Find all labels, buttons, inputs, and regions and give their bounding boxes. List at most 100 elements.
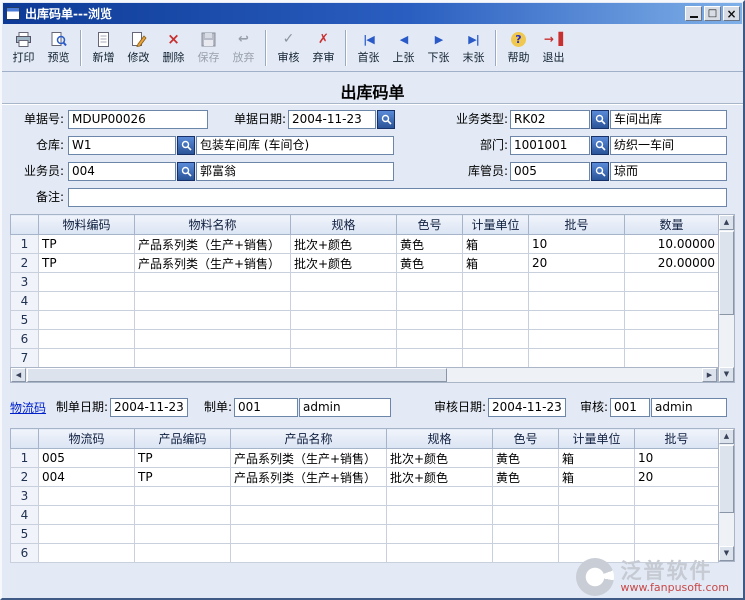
help-label: 帮助 [508,49,530,65]
col-header[interactable]: 产品名称 [231,429,387,449]
cell: 箱 [559,449,635,468]
audit-button[interactable]: ✓ 审核 [271,27,306,69]
cell: 批次+颜色 [387,468,493,487]
col-header[interactable]: 规格 [291,215,397,235]
scroll-up-button[interactable]: ▲ [719,429,734,444]
exit-button[interactable]: →▐ 退出 [536,27,571,69]
table-row[interactable]: 4 [11,292,719,311]
scroll-thumb[interactable] [719,445,734,513]
new-button[interactable]: 新增 [86,27,121,69]
last-label: 末张 [463,49,485,65]
maker-code-field[interactable]: 001 [234,398,298,417]
cell: TP [39,254,135,273]
modify-button[interactable]: 修改 [121,27,156,69]
col-header[interactable]: 计量单位 [463,215,529,235]
form-area: 出库码单 单据号: MDUP00026 单据日期: 2004-11-23 业务类… [2,72,743,600]
col-header[interactable]: 批号 [635,429,719,449]
col-header[interactable]: 产品编码 [135,429,231,449]
scroll-up-button[interactable]: ▲ [719,215,734,230]
scroll-thumb[interactable] [27,368,447,382]
close-button[interactable]: × [723,6,740,21]
col-header[interactable]: 物料名称 [135,215,291,235]
table-row[interactable]: 5 [11,525,719,544]
table-row[interactable]: 5 [11,311,719,330]
make-date-field[interactable]: 2004-11-23 [110,398,188,417]
scroll-right-button[interactable]: ▶ [702,368,717,382]
salesman-code-field[interactable]: 004 [68,162,176,181]
dept-lookup-button[interactable] [591,136,609,155]
biz-type-code-field[interactable]: RK02 [510,110,590,129]
biz-type-name-field[interactable]: 车间出库 [610,110,727,129]
material-table-vscrollbar[interactable]: ▲ ▼ [718,214,735,383]
audit-date-field[interactable]: 2004-11-23 [488,398,566,417]
scroll-down-button[interactable]: ▼ [719,367,734,382]
maximize-button[interactable]: □ [704,6,721,21]
warehouse-lookup-button[interactable] [177,136,195,155]
preview-button[interactable]: 预览 [41,27,76,69]
table-row[interactable]: 7 [11,349,719,368]
table-row[interactable]: 2TP产品系列类（生产+销售）批次+颜色黄色箱2020.00000 [11,254,719,273]
keeper-name-field[interactable]: 琼而 [610,162,727,181]
col-header[interactable]: 数量 [625,215,719,235]
col-header[interactable]: 色号 [397,215,463,235]
dept-code-field[interactable]: 1001001 [510,136,590,155]
keeper-label: 库管员: [446,162,508,181]
row-number: 6 [11,544,39,563]
logistics-code-link[interactable]: 物流码 [10,399,46,416]
doc-date-picker-button[interactable] [377,110,395,129]
doc-no-label: 单据号: [10,110,64,129]
salesman-lookup-button[interactable] [177,162,195,181]
first-label: 首张 [358,49,380,65]
cell [529,273,625,292]
keeper-lookup-button[interactable] [591,162,609,181]
last-record-button[interactable]: ▶| 末张 [456,27,491,69]
minimize-button[interactable] [685,6,702,21]
dept-name-field[interactable]: 纺织一车间 [610,136,727,155]
next-record-button[interactable]: ▶ 下张 [421,27,456,69]
material-table-hscrollbar[interactable]: ◀ ▶ [10,367,718,383]
logistics-table-vscrollbar[interactable]: ▲ ▼ [718,428,735,562]
col-header[interactable]: 物流码 [39,429,135,449]
abandon-button[interactable]: ↩ 放弃 [226,27,261,69]
col-header[interactable]: 批号 [529,215,625,235]
table-row[interactable]: 3 [11,273,719,292]
delete-button[interactable]: × 删除 [156,27,191,69]
biz-type-lookup-button[interactable] [591,110,609,129]
col-header[interactable]: 色号 [493,429,559,449]
col-header[interactable]: 计量单位 [559,429,635,449]
table-row[interactable]: 2004TP产品系列类（生产+销售）批次+颜色黄色箱20 [11,468,719,487]
keeper-code-field[interactable]: 005 [510,162,590,181]
help-button[interactable]: ? 帮助 [501,27,536,69]
remark-field[interactable] [68,188,727,207]
cell: 批次+颜色 [291,235,397,254]
cell: 黄色 [493,468,559,487]
print-label: 打印 [13,49,35,65]
doc-date-field[interactable]: 2004-11-23 [288,110,376,129]
col-header[interactable]: 物料编码 [39,215,135,235]
save-button[interactable]: 保存 [191,27,226,69]
material-header-row: 物料编码 物料名称 规格 色号 计量单位 批号 数量 [11,215,719,235]
title-bar[interactable]: 出库码单---浏览 □ × [3,3,742,24]
col-header[interactable]: 规格 [387,429,493,449]
table-row[interactable]: 4 [11,506,719,525]
table-row[interactable]: 3 [11,487,719,506]
table-row[interactable]: 1TP产品系列类（生产+销售）批次+颜色黄色箱1010.00000 [11,235,719,254]
table-row[interactable]: 1005TP产品系列类（生产+销售）批次+颜色黄色箱10 [11,449,719,468]
scroll-thumb[interactable] [719,231,734,315]
print-button[interactable]: 打印 [6,27,41,69]
warehouse-name-field[interactable]: 包装车间库 (车间仓) [196,136,394,155]
cell [397,349,463,368]
first-record-button[interactable]: |◀ 首张 [351,27,386,69]
table-row[interactable]: 6 [11,330,719,349]
maker-name-field[interactable]: admin [299,398,391,417]
scroll-left-button[interactable]: ◀ [11,368,26,382]
auditor-name-field[interactable]: admin [651,398,727,417]
new-label: 新增 [93,49,115,65]
doc-no-field[interactable]: MDUP00026 [68,110,208,129]
cell: 005 [39,449,135,468]
warehouse-code-field[interactable]: W1 [68,136,176,155]
salesman-name-field[interactable]: 郭富翁 [196,162,394,181]
auditor-code-field[interactable]: 001 [610,398,650,417]
unaudit-button[interactable]: ✗ 弃审 [306,27,341,69]
prev-record-button[interactable]: ◀ 上张 [386,27,421,69]
